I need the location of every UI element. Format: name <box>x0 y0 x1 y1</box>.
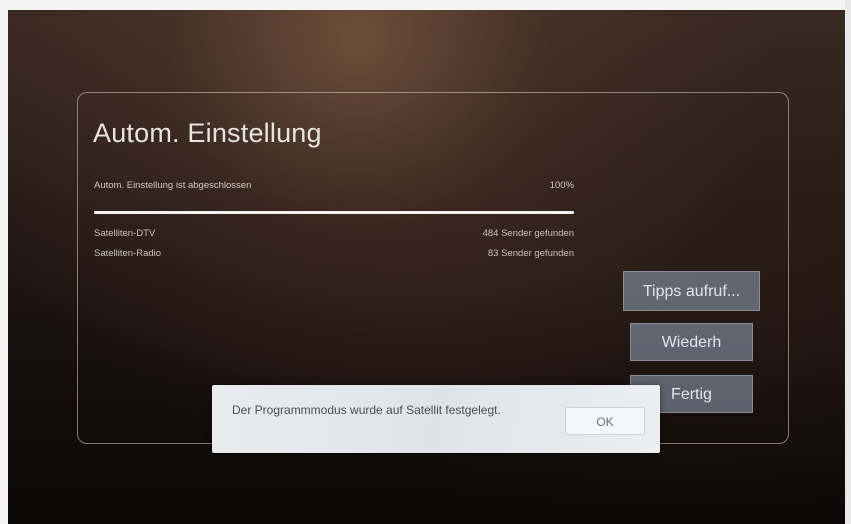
status-line: Autom. Einstellung ist abgeschlossen 100… <box>94 180 574 191</box>
repeat-button[interactable]: Wiederh <box>630 323 753 361</box>
status-text: Autom. Einstellung ist abgeschlossen <box>94 180 252 191</box>
info-dialog: Der Programmmodus wurde auf Satellit fes… <box>212 385 660 453</box>
tv-bezel-top <box>0 0 851 10</box>
result-row-dtv: Satelliten-DTV 484 Sender gefunden <box>94 228 574 239</box>
dialog-message: Der Programmmodus wurde auf Satellit fes… <box>232 403 501 417</box>
tips-button[interactable]: Tipps aufruf... <box>623 271 760 311</box>
tv-screen: Autom. Einstellung Autom. Einstellung is… <box>0 0 851 524</box>
progress-bar <box>94 211 574 214</box>
result-label: Satelliten-DTV <box>94 228 156 239</box>
tv-bezel-right <box>845 0 851 524</box>
page-title: Autom. Einstellung <box>93 118 322 148</box>
result-count: 484 Sender gefunden <box>482 228 574 239</box>
progress-percent: 100% <box>549 180 574 191</box>
ok-button[interactable]: OK <box>565 407 645 435</box>
result-row-radio: Satelliten-Radio 83 Sender gefunden <box>94 248 574 259</box>
tv-bezel-left <box>0 0 8 524</box>
result-label: Satelliten-Radio <box>94 248 162 259</box>
result-count: 83 Sender gefunden <box>487 248 574 259</box>
progress-fill <box>94 211 574 214</box>
